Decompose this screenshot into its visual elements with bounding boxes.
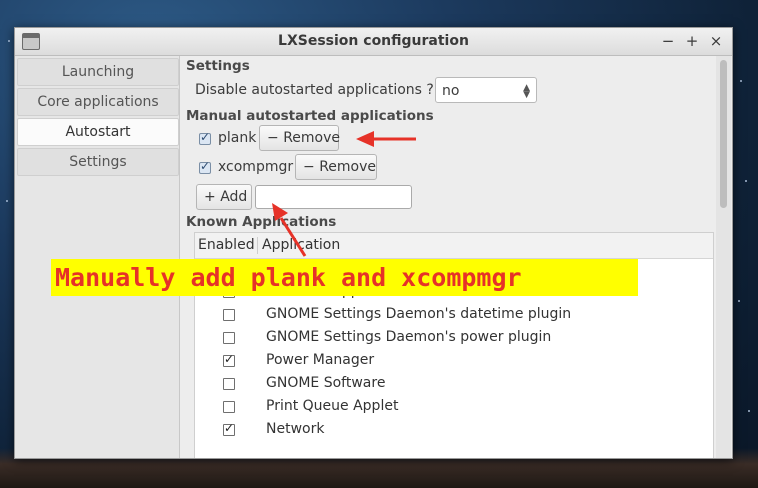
arrow-to-add-field xyxy=(272,203,307,257)
annotation-arrows xyxy=(272,131,416,257)
arrow-to-plank xyxy=(356,131,416,147)
